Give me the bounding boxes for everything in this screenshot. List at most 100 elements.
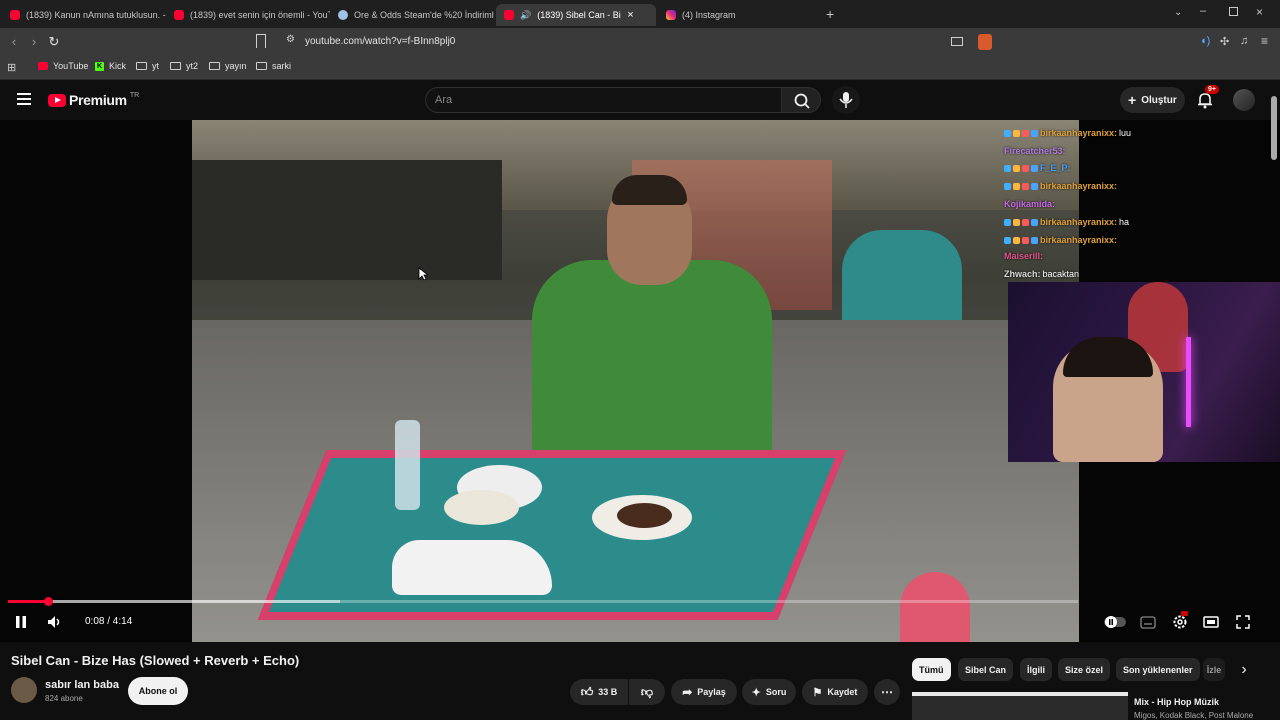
bookmark-folder-yayin[interactable]: yayın (209, 61, 247, 71)
chat-badge-icon (1004, 129, 1011, 137)
reload-icon[interactable]: ↻ (46, 34, 62, 50)
site-info-icon[interactable]: ⚙ (286, 34, 295, 45)
fullscreen-icon (1236, 615, 1250, 629)
extensions-icon[interactable]: ✣ (1220, 35, 1229, 48)
subtitles-button[interactable] (1140, 616, 1156, 629)
chip-all[interactable]: Tümü (912, 658, 951, 681)
hamburger-menu-icon[interactable] (17, 93, 31, 105)
video-player[interactable]: birkaanhayranixx: luu Firecatcher53: F_E_P:… (0, 120, 1280, 642)
save-button[interactable]: ⚑ Kaydet (802, 679, 868, 705)
chip-related[interactable]: İlgili (1020, 658, 1052, 681)
forward-icon[interactable]: › (26, 34, 42, 50)
channel-avatar[interactable] (11, 677, 37, 703)
create-label: Oluştur (1141, 94, 1177, 106)
person-green-shirt (532, 260, 772, 480)
subscribe-button[interactable]: Abone ol (128, 677, 188, 705)
plus-icon: + (1128, 92, 1137, 108)
url-field[interactable]: youtube.com/watch?v=f-BInn8plj0 (305, 36, 455, 47)
youtube-header: Premium TR Ara + Oluştur 9+ (0, 80, 1280, 120)
browser-tab-active[interactable]: 🔊 (1839) Sibel Can - Bize Has (S × (496, 4, 656, 26)
browser-tab[interactable]: (1839) evet senin için önemli - YouTu (166, 4, 330, 26)
like-button[interactable]: 👍︎ 33 B (570, 679, 628, 705)
tab-title: (1839) Kanun nAmına tutuklusun. - Y (26, 10, 166, 20)
bookmark-folder-yt[interactable]: yt (136, 61, 159, 71)
voice-search-button[interactable] (832, 86, 860, 114)
chat-username: F_E_P: (1040, 163, 1071, 173)
chip-sibel-can[interactable]: Sibel Can (958, 658, 1014, 681)
page-scrollbar-thumb[interactable] (1271, 96, 1277, 160)
share-label: Paylaş (697, 687, 726, 697)
tab-title: (4) Instagram (682, 10, 736, 20)
bookmark-folder-yt2[interactable]: yt2 (170, 61, 198, 71)
youtube-premium-logo[interactable]: Premium TR (48, 92, 139, 108)
search-icon (794, 93, 810, 109)
tab-title: Ore & Odds Steam'de %20 İndirimli (354, 10, 494, 20)
search-input[interactable]: Ara (425, 87, 782, 113)
chip-recently-uploaded[interactable]: Son yüklenenler (1116, 658, 1200, 681)
extension-icon[interactable] (978, 34, 992, 50)
channel-name[interactable]: sabır lan baba (45, 679, 119, 691)
cast-icon[interactable] (951, 37, 963, 46)
bookmark-folder-sarki[interactable]: sarki (256, 61, 291, 71)
volume-icon (48, 616, 60, 628)
new-tab-icon[interactable]: + (826, 6, 834, 22)
settings-button[interactable] (1172, 611, 1188, 630)
progress-scrubber[interactable] (43, 597, 53, 606)
back-icon[interactable]: ‹ (6, 34, 22, 50)
mouse-cursor-icon (418, 267, 428, 281)
youtube-icon (174, 10, 184, 20)
water-bottle (395, 420, 420, 510)
chip-watched[interactable]: İzle (1203, 658, 1225, 681)
video-frame[interactable] (192, 120, 1079, 642)
browser-menu-icon[interactable]: ≡ (1261, 34, 1268, 48)
chat-badge-icon (1004, 218, 1011, 226)
progress-bar[interactable] (8, 597, 1078, 606)
account-avatar[interactable] (1233, 89, 1255, 111)
chat-text: ha (1119, 217, 1130, 227)
bookmark-kick[interactable]: K Kick (95, 61, 126, 71)
close-tab-icon[interactable]: × (627, 9, 633, 21)
recommendation-artists: Migos, Kodak Black, Post Malone (1134, 711, 1254, 720)
chat-username: birkaanhayranixx: (1040, 128, 1118, 138)
create-button[interactable]: + Oluştur (1120, 87, 1185, 113)
browser-tab[interactable]: (1839) Kanun nAmına tutuklusun. - Y (2, 4, 166, 26)
browser-tab[interactable]: Ore & Odds Steam'de %20 İndirimli (330, 4, 494, 26)
folder-icon (256, 62, 267, 70)
steam-icon (338, 10, 348, 20)
chat-message: Zhwach: bacaktan (1004, 269, 1079, 279)
ask-button[interactable]: ✦ Soru (742, 679, 796, 705)
more-actions-button[interactable]: ⋯ (874, 679, 900, 705)
close-window-icon[interactable]: × (1256, 5, 1263, 19)
bookmark-label: yt2 (186, 61, 199, 71)
chip-for-you[interactable]: Size özel (1058, 658, 1111, 681)
bookmark-youtube[interactable]: YouTube (38, 61, 88, 71)
chat-badge-icon (1031, 218, 1038, 226)
tab-title: (1839) Sibel Can - Bize Has (S (537, 10, 621, 20)
chat-badge-icon (1013, 164, 1020, 172)
pause-button[interactable] (14, 615, 28, 629)
apps-icon[interactable]: ⊞ (7, 61, 16, 74)
notifications-button[interactable]: 9+ (1197, 85, 1219, 109)
maximize-icon[interactable] (1229, 7, 1238, 16)
minimize-icon[interactable]: – (1200, 5, 1206, 17)
person-hair (612, 175, 687, 205)
volume-button[interactable] (47, 615, 63, 629)
recommendation-title[interactable]: Mix - Hip Hop Müzik (1134, 697, 1219, 707)
browser-tab[interactable]: (4) Instagram (658, 4, 824, 26)
bookmark-page-icon[interactable] (256, 34, 266, 48)
share-button[interactable]: ➦ Paylaş (671, 679, 737, 705)
dislike-button[interactable]: 👎︎ (629, 679, 665, 705)
bookmark-label: sarki (272, 61, 292, 71)
fullscreen-button[interactable] (1236, 615, 1250, 629)
bookmark-label: yayın (225, 61, 247, 71)
search-button[interactable] (781, 87, 821, 113)
chevron-right-icon[interactable]: › (1233, 659, 1255, 681)
chat-username: Maiserill: (1004, 251, 1044, 261)
recommendation-thumbnail[interactable] (912, 692, 1128, 720)
tab-search-icon[interactable]: ⌄ (1174, 7, 1182, 18)
theater-mode-button[interactable] (1203, 616, 1219, 628)
media-control-icon[interactable]: ♫ (1240, 35, 1248, 47)
streamer-webcam (1008, 282, 1280, 462)
autoplay-toggle[interactable] (1104, 616, 1126, 628)
audio-extension-icon[interactable]: ◖) (1200, 35, 1210, 47)
